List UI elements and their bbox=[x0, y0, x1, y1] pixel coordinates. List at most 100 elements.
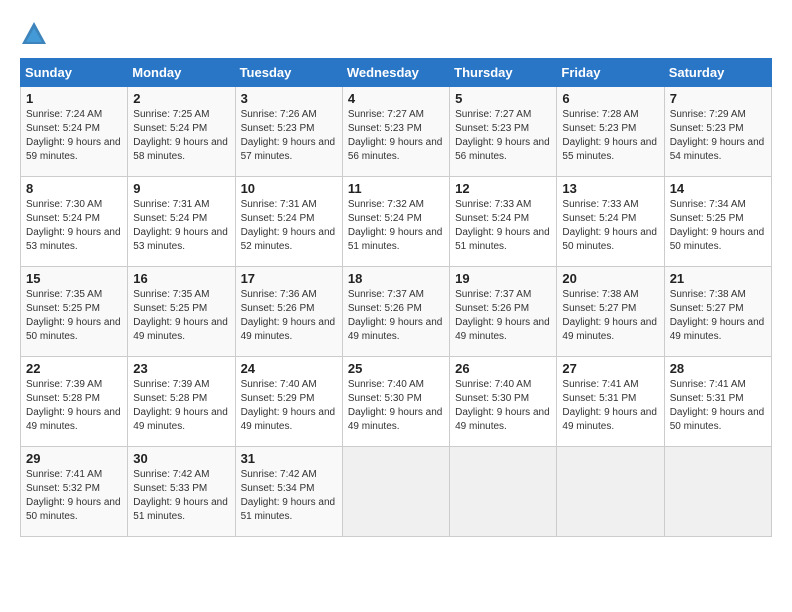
day-number: 14 bbox=[670, 181, 766, 196]
day-number: 31 bbox=[241, 451, 337, 466]
calendar-cell: 2 Sunrise: 7:25 AMSunset: 5:24 PMDayligh… bbox=[128, 87, 235, 177]
day-info: Sunrise: 7:37 AMSunset: 5:26 PMDaylight:… bbox=[455, 289, 550, 342]
day-number: 11 bbox=[348, 181, 444, 196]
day-info: Sunrise: 7:25 AMSunset: 5:24 PMDaylight:… bbox=[133, 109, 228, 162]
day-number: 17 bbox=[241, 271, 337, 286]
day-info: Sunrise: 7:30 AMSunset: 5:24 PMDaylight:… bbox=[26, 199, 121, 252]
day-number: 21 bbox=[670, 271, 766, 286]
calendar-cell: 29 Sunrise: 7:41 AMSunset: 5:32 PMDaylig… bbox=[21, 447, 128, 537]
day-info: Sunrise: 7:33 AMSunset: 5:24 PMDaylight:… bbox=[562, 199, 657, 252]
day-info: Sunrise: 7:39 AMSunset: 5:28 PMDaylight:… bbox=[26, 379, 121, 432]
header-day: Tuesday bbox=[235, 59, 342, 87]
day-info: Sunrise: 7:28 AMSunset: 5:23 PMDaylight:… bbox=[562, 109, 657, 162]
header-day: Thursday bbox=[450, 59, 557, 87]
calendar-cell: 25 Sunrise: 7:40 AMSunset: 5:30 PMDaylig… bbox=[342, 357, 449, 447]
calendar-cell: 7 Sunrise: 7:29 AMSunset: 5:23 PMDayligh… bbox=[664, 87, 771, 177]
day-number: 7 bbox=[670, 91, 766, 106]
calendar-cell: 31 Sunrise: 7:42 AMSunset: 5:34 PMDaylig… bbox=[235, 447, 342, 537]
calendar-cell bbox=[557, 447, 664, 537]
calendar-cell: 10 Sunrise: 7:31 AMSunset: 5:24 PMDaylig… bbox=[235, 177, 342, 267]
calendar-cell: 13 Sunrise: 7:33 AMSunset: 5:24 PMDaylig… bbox=[557, 177, 664, 267]
day-info: Sunrise: 7:27 AMSunset: 5:23 PMDaylight:… bbox=[348, 109, 443, 162]
calendar-cell: 16 Sunrise: 7:35 AMSunset: 5:25 PMDaylig… bbox=[128, 267, 235, 357]
calendar-cell: 3 Sunrise: 7:26 AMSunset: 5:23 PMDayligh… bbox=[235, 87, 342, 177]
calendar-cell bbox=[342, 447, 449, 537]
day-info: Sunrise: 7:40 AMSunset: 5:29 PMDaylight:… bbox=[241, 379, 336, 432]
calendar-cell: 24 Sunrise: 7:40 AMSunset: 5:29 PMDaylig… bbox=[235, 357, 342, 447]
day-info: Sunrise: 7:37 AMSunset: 5:26 PMDaylight:… bbox=[348, 289, 443, 342]
logo bbox=[20, 20, 52, 48]
calendar-week: 22 Sunrise: 7:39 AMSunset: 5:28 PMDaylig… bbox=[21, 357, 772, 447]
calendar-week: 15 Sunrise: 7:35 AMSunset: 5:25 PMDaylig… bbox=[21, 267, 772, 357]
day-number: 30 bbox=[133, 451, 229, 466]
calendar-cell: 26 Sunrise: 7:40 AMSunset: 5:30 PMDaylig… bbox=[450, 357, 557, 447]
day-info: Sunrise: 7:39 AMSunset: 5:28 PMDaylight:… bbox=[133, 379, 228, 432]
calendar-body: 1 Sunrise: 7:24 AMSunset: 5:24 PMDayligh… bbox=[21, 87, 772, 537]
header-day: Saturday bbox=[664, 59, 771, 87]
calendar-cell: 5 Sunrise: 7:27 AMSunset: 5:23 PMDayligh… bbox=[450, 87, 557, 177]
day-info: Sunrise: 7:35 AMSunset: 5:25 PMDaylight:… bbox=[26, 289, 121, 342]
day-number: 22 bbox=[26, 361, 122, 376]
day-info: Sunrise: 7:26 AMSunset: 5:23 PMDaylight:… bbox=[241, 109, 336, 162]
day-info: Sunrise: 7:38 AMSunset: 5:27 PMDaylight:… bbox=[670, 289, 765, 342]
day-number: 18 bbox=[348, 271, 444, 286]
day-number: 24 bbox=[241, 361, 337, 376]
day-number: 5 bbox=[455, 91, 551, 106]
calendar-cell: 17 Sunrise: 7:36 AMSunset: 5:26 PMDaylig… bbox=[235, 267, 342, 357]
calendar-cell: 9 Sunrise: 7:31 AMSunset: 5:24 PMDayligh… bbox=[128, 177, 235, 267]
calendar-header: SundayMondayTuesdayWednesdayThursdayFrid… bbox=[21, 59, 772, 87]
header-day: Friday bbox=[557, 59, 664, 87]
day-number: 4 bbox=[348, 91, 444, 106]
calendar-cell: 21 Sunrise: 7:38 AMSunset: 5:27 PMDaylig… bbox=[664, 267, 771, 357]
calendar-cell: 30 Sunrise: 7:42 AMSunset: 5:33 PMDaylig… bbox=[128, 447, 235, 537]
day-info: Sunrise: 7:42 AMSunset: 5:33 PMDaylight:… bbox=[133, 469, 228, 522]
calendar-cell: 28 Sunrise: 7:41 AMSunset: 5:31 PMDaylig… bbox=[664, 357, 771, 447]
calendar-cell: 15 Sunrise: 7:35 AMSunset: 5:25 PMDaylig… bbox=[21, 267, 128, 357]
day-number: 10 bbox=[241, 181, 337, 196]
calendar-cell: 19 Sunrise: 7:37 AMSunset: 5:26 PMDaylig… bbox=[450, 267, 557, 357]
day-info: Sunrise: 7:40 AMSunset: 5:30 PMDaylight:… bbox=[348, 379, 443, 432]
calendar-cell: 18 Sunrise: 7:37 AMSunset: 5:26 PMDaylig… bbox=[342, 267, 449, 357]
day-number: 19 bbox=[455, 271, 551, 286]
header-day: Sunday bbox=[21, 59, 128, 87]
header-day: Monday bbox=[128, 59, 235, 87]
page-header bbox=[20, 20, 772, 48]
day-info: Sunrise: 7:41 AMSunset: 5:31 PMDaylight:… bbox=[670, 379, 765, 432]
day-info: Sunrise: 7:31 AMSunset: 5:24 PMDaylight:… bbox=[241, 199, 336, 252]
day-number: 3 bbox=[241, 91, 337, 106]
day-number: 13 bbox=[562, 181, 658, 196]
calendar-cell: 4 Sunrise: 7:27 AMSunset: 5:23 PMDayligh… bbox=[342, 87, 449, 177]
day-number: 29 bbox=[26, 451, 122, 466]
calendar-cell: 6 Sunrise: 7:28 AMSunset: 5:23 PMDayligh… bbox=[557, 87, 664, 177]
calendar-week: 29 Sunrise: 7:41 AMSunset: 5:32 PMDaylig… bbox=[21, 447, 772, 537]
day-info: Sunrise: 7:27 AMSunset: 5:23 PMDaylight:… bbox=[455, 109, 550, 162]
day-number: 28 bbox=[670, 361, 766, 376]
day-info: Sunrise: 7:29 AMSunset: 5:23 PMDaylight:… bbox=[670, 109, 765, 162]
day-number: 9 bbox=[133, 181, 229, 196]
day-number: 1 bbox=[26, 91, 122, 106]
day-number: 15 bbox=[26, 271, 122, 286]
day-info: Sunrise: 7:41 AMSunset: 5:32 PMDaylight:… bbox=[26, 469, 121, 522]
calendar-cell: 8 Sunrise: 7:30 AMSunset: 5:24 PMDayligh… bbox=[21, 177, 128, 267]
calendar-cell: 22 Sunrise: 7:39 AMSunset: 5:28 PMDaylig… bbox=[21, 357, 128, 447]
calendar-cell: 1 Sunrise: 7:24 AMSunset: 5:24 PMDayligh… bbox=[21, 87, 128, 177]
calendar-cell: 12 Sunrise: 7:33 AMSunset: 5:24 PMDaylig… bbox=[450, 177, 557, 267]
day-number: 12 bbox=[455, 181, 551, 196]
day-info: Sunrise: 7:34 AMSunset: 5:25 PMDaylight:… bbox=[670, 199, 765, 252]
day-info: Sunrise: 7:40 AMSunset: 5:30 PMDaylight:… bbox=[455, 379, 550, 432]
day-info: Sunrise: 7:38 AMSunset: 5:27 PMDaylight:… bbox=[562, 289, 657, 342]
day-number: 25 bbox=[348, 361, 444, 376]
calendar-cell: 11 Sunrise: 7:32 AMSunset: 5:24 PMDaylig… bbox=[342, 177, 449, 267]
day-info: Sunrise: 7:42 AMSunset: 5:34 PMDaylight:… bbox=[241, 469, 336, 522]
calendar-cell bbox=[450, 447, 557, 537]
calendar-table: SundayMondayTuesdayWednesdayThursdayFrid… bbox=[20, 58, 772, 537]
calendar-cell: 14 Sunrise: 7:34 AMSunset: 5:25 PMDaylig… bbox=[664, 177, 771, 267]
header-row: SundayMondayTuesdayWednesdayThursdayFrid… bbox=[21, 59, 772, 87]
day-number: 23 bbox=[133, 361, 229, 376]
header-day: Wednesday bbox=[342, 59, 449, 87]
day-number: 16 bbox=[133, 271, 229, 286]
calendar-cell: 23 Sunrise: 7:39 AMSunset: 5:28 PMDaylig… bbox=[128, 357, 235, 447]
day-info: Sunrise: 7:41 AMSunset: 5:31 PMDaylight:… bbox=[562, 379, 657, 432]
day-number: 6 bbox=[562, 91, 658, 106]
calendar-week: 1 Sunrise: 7:24 AMSunset: 5:24 PMDayligh… bbox=[21, 87, 772, 177]
